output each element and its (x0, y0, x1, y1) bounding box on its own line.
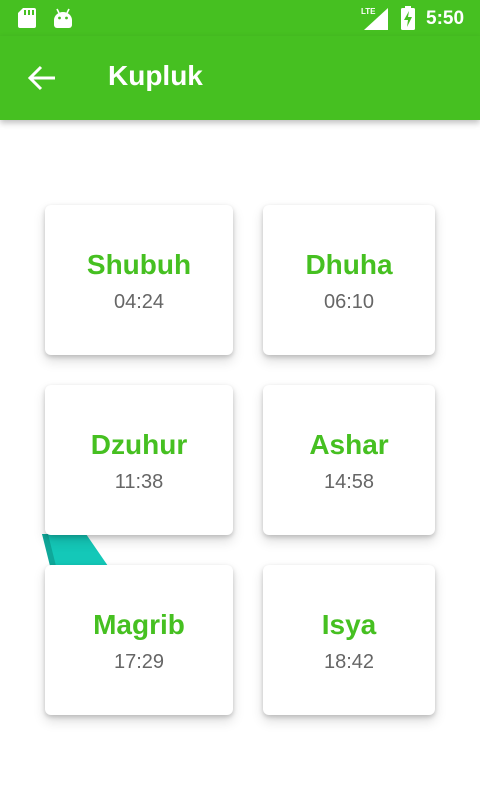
prayer-time: 04:24 (113, 291, 165, 313)
prayer-name: Magrib (93, 609, 185, 640)
prayer-card-isya[interactable]: Isya 18:42 (263, 565, 435, 715)
lte-signal-icon: LTE (360, 6, 388, 30)
decorative-stripe (42, 534, 108, 566)
prayer-time: 18:42 (323, 651, 375, 673)
prayer-time: 11:38 (114, 471, 164, 493)
battery-charging-icon (401, 6, 415, 30)
prayer-card-dhuha[interactable]: Dhuha 06:10 (263, 205, 435, 355)
prayer-card-magrib[interactable]: Magrib 17:29 (45, 565, 233, 715)
prayer-name: Dhuha (305, 249, 393, 280)
app-bar: Kupluk (0, 36, 480, 120)
prayer-time: 14:58 (323, 471, 375, 493)
page-title: Kupluk (108, 60, 203, 91)
prayer-card-dzuhur[interactable]: Dzuhur 11:38 (45, 385, 233, 535)
bottom-area (0, 730, 480, 800)
status-clock: 5:50 (426, 8, 465, 29)
prayer-name: Isya (321, 609, 377, 640)
prayer-time: 06:10 (323, 291, 375, 313)
back-arrow-icon[interactable] (22, 58, 62, 98)
prayer-card-shubuh[interactable]: Shubuh 04:24 (45, 205, 233, 355)
prayer-name: Shubuh (86, 249, 192, 280)
prayer-card-ashar[interactable]: Ashar 14:58 (263, 385, 435, 535)
android-icon (54, 8, 72, 28)
status-bar: LTE 5:50 (0, 0, 480, 36)
sd-card-icon (18, 8, 36, 28)
prayer-name: Dzuhur (90, 429, 188, 460)
lte-label: LTE (361, 7, 376, 16)
prayer-name: Ashar (309, 429, 389, 460)
prayer-time: 17:29 (113, 651, 165, 673)
